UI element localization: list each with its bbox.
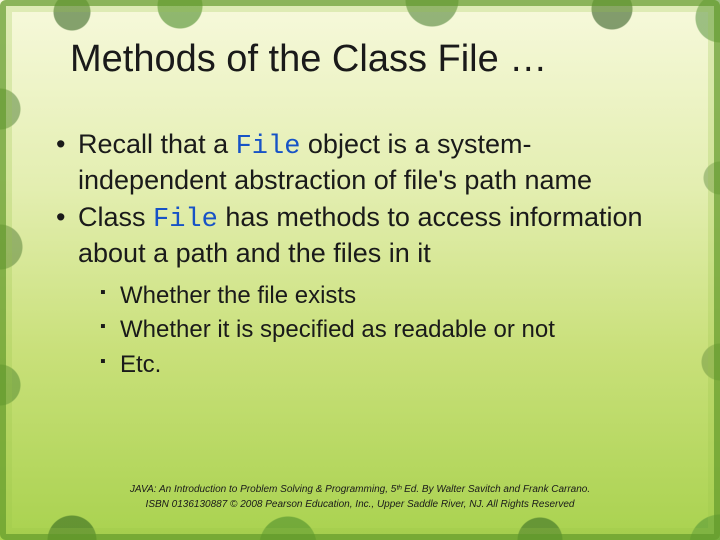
bullet-2: Class File has methods to access informa… [52, 201, 666, 381]
slide-title: Methods of the Class File … [70, 38, 680, 81]
decor-right [690, 40, 720, 500]
bullet-2-text-pre: Class [78, 202, 153, 232]
footer-line-2: ISBN 0136130887 © 2008 Pearson Education… [0, 498, 720, 513]
footer: JAVA: An Introduction to Problem Solving… [0, 483, 720, 512]
subbullet-1: Whether the file exists [98, 280, 666, 312]
subbullet-3: Etc. [98, 349, 666, 381]
decor-left [0, 40, 46, 500]
bullet-2-code: File [153, 205, 218, 235]
subbullet-2: Whether it is specified as readable or n… [98, 314, 666, 346]
bullet-1: Recall that a File object is a system-in… [52, 128, 666, 197]
bullet-1-text-pre: Recall that a [78, 129, 236, 159]
slide: Methods of the Class File … Recall that … [0, 0, 720, 540]
footer-line-1: JAVA: An Introduction to Problem Solving… [130, 484, 590, 495]
slide-content: Recall that a File object is a system-in… [52, 128, 666, 385]
bullet-1-code: File [236, 132, 301, 162]
